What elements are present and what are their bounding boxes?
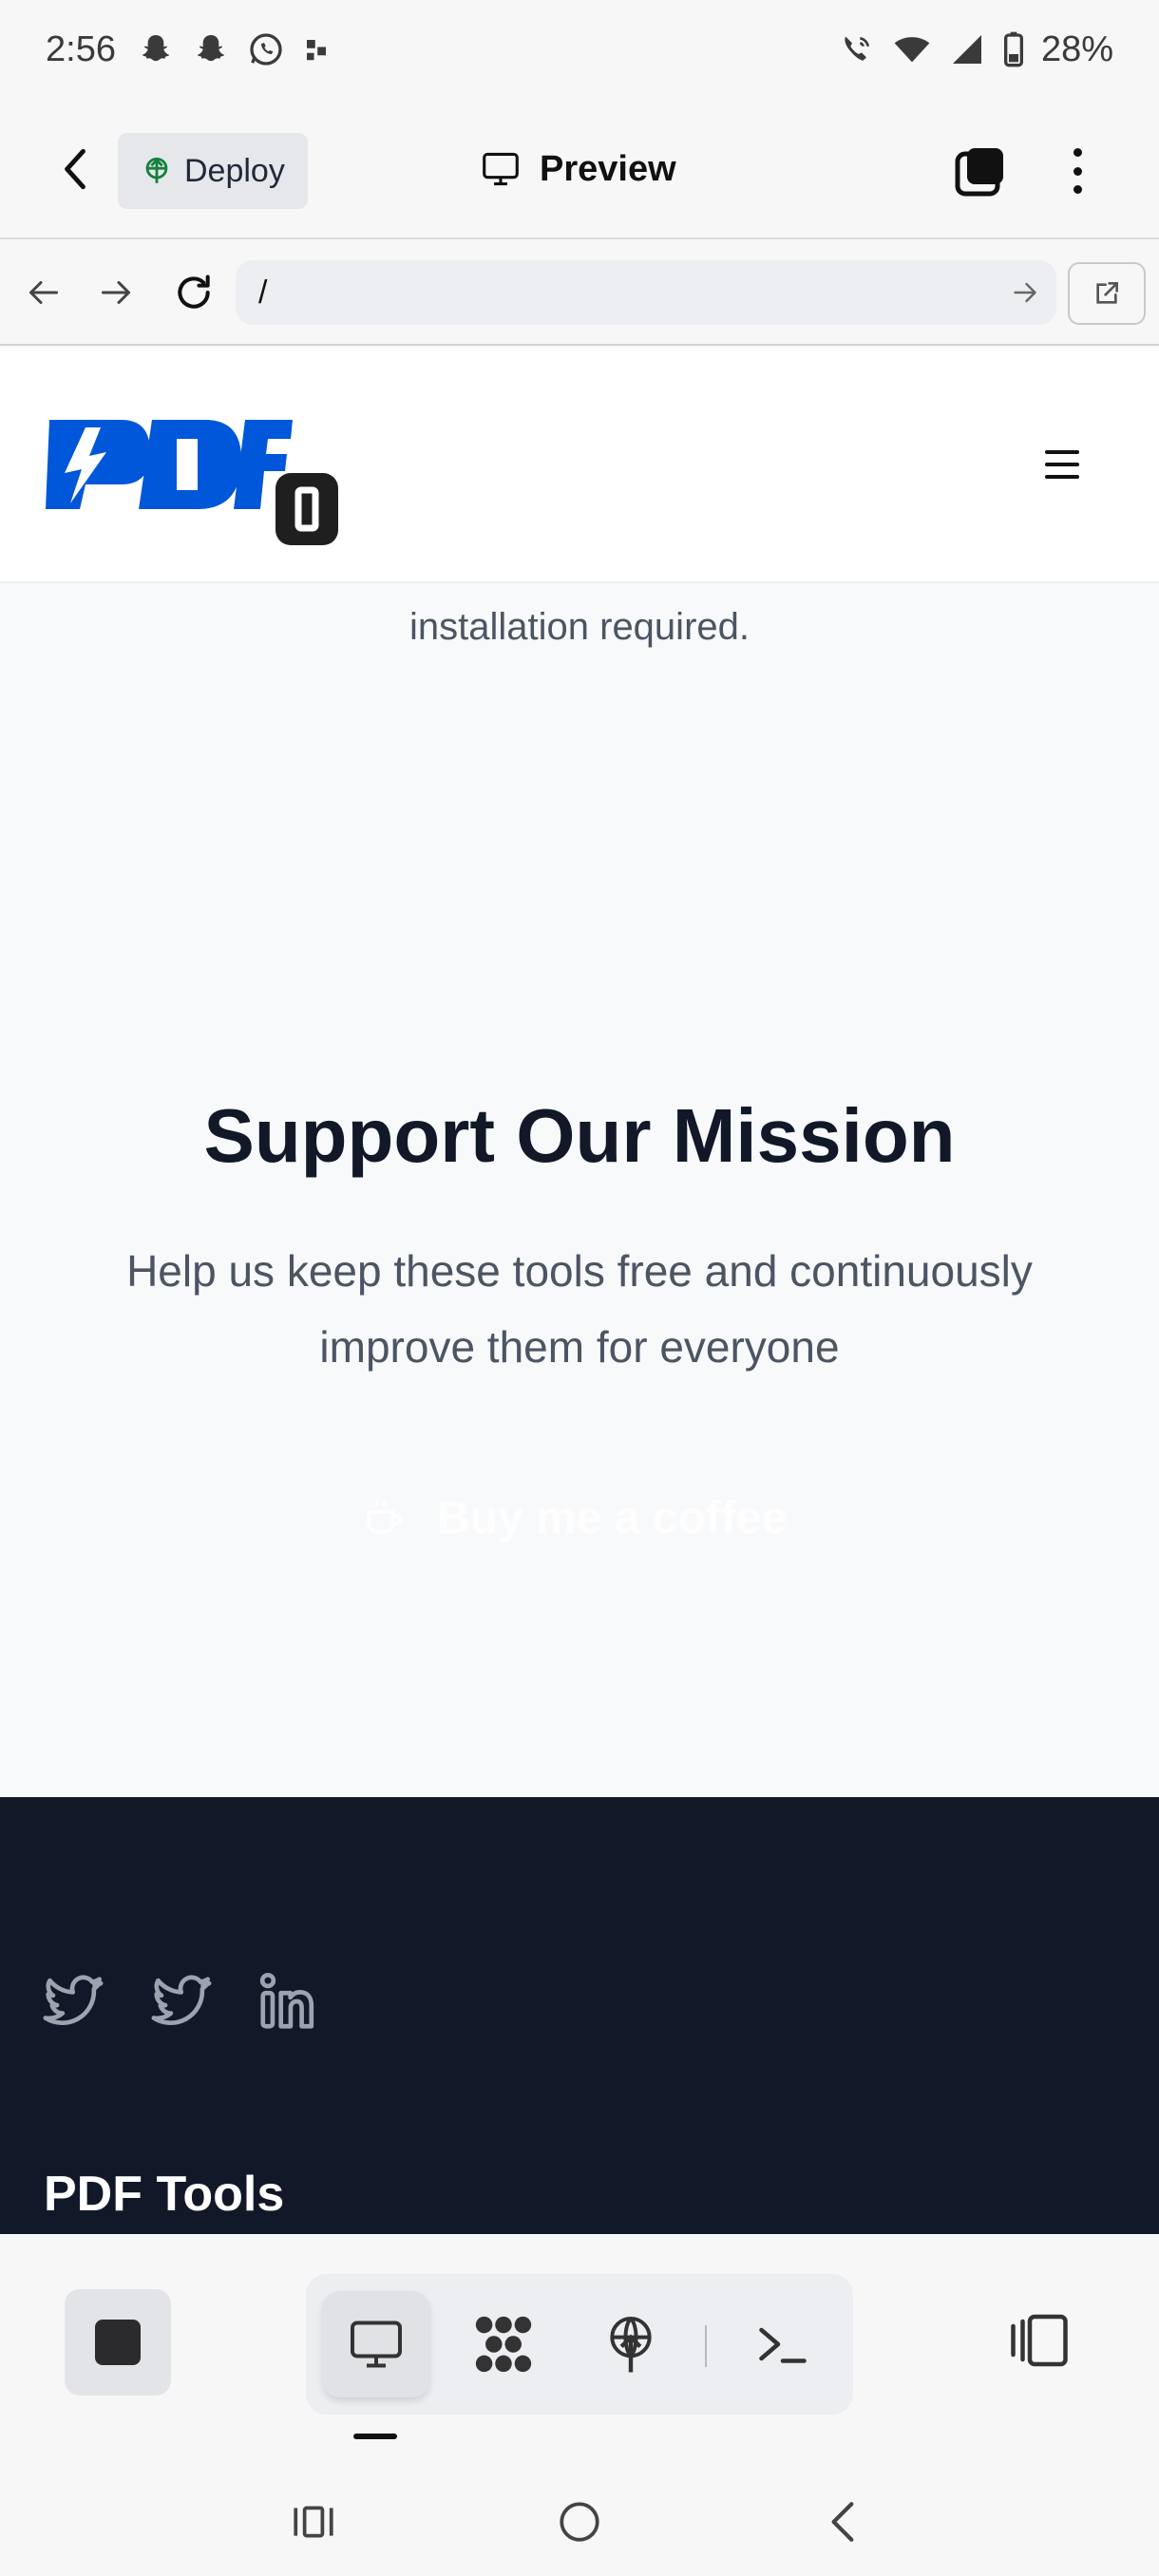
open-external-icon <box>1096 282 1118 304</box>
open-external-button[interactable] <box>1068 262 1146 325</box>
reload-button[interactable] <box>167 266 220 319</box>
workflow-icon <box>475 2316 532 2373</box>
coffee-icon <box>367 1500 403 1534</box>
buy-coffee-label: Buy me a coffee <box>437 1492 788 1544</box>
tabs-button[interactable] <box>954 144 1007 198</box>
monitor-icon <box>483 152 519 186</box>
terminal-icon <box>759 2327 807 2363</box>
buy-coffee-button[interactable]: Buy me a coffee <box>361 1480 787 1556</box>
install-text: installation required. <box>409 606 750 648</box>
system-back-icon <box>831 2502 854 2542</box>
deploy-icon <box>145 157 168 183</box>
site-logo[interactable] <box>44 410 348 553</box>
console-view-button[interactable] <box>730 2291 836 2397</box>
whatsapp-icon <box>250 33 282 66</box>
system-navigation-bar <box>0 2468 1159 2576</box>
active-view-indicator <box>353 2434 397 2439</box>
deploy-button[interactable]: Deploy <box>118 133 308 209</box>
battery-icon <box>1003 31 1023 67</box>
hamburger-icon <box>1045 450 1079 454</box>
snapchat-icon <box>197 35 225 62</box>
signal-icon <box>952 35 981 64</box>
home-button[interactable] <box>542 2489 618 2555</box>
more-options-button[interactable] <box>1054 142 1100 199</box>
pdf-logo-icon <box>46 420 338 545</box>
go-arrow-icon[interactable] <box>1011 274 1039 312</box>
system-back-button[interactable] <box>806 2489 882 2555</box>
battery-percent: 28% <box>1040 28 1113 69</box>
mission-title: Support Our Mission <box>203 1093 956 1178</box>
site-footer: PDF Tools <box>0 1797 1159 2234</box>
browser-toolbar: / <box>0 239 1159 346</box>
arrow-left-icon <box>29 281 58 304</box>
monitor-icon <box>351 2320 402 2368</box>
twitter-icon <box>151 1975 212 2025</box>
url-input[interactable]: / <box>236 260 1056 325</box>
linkedin-icon <box>259 1972 314 2029</box>
deploy-label: Deploy <box>184 152 285 189</box>
snapchat-icon <box>142 35 170 62</box>
recents-button[interactable] <box>276 2489 352 2555</box>
url-text: / <box>258 274 268 311</box>
mission-subtitle: Help us keep these tools free and contin… <box>126 1246 1033 1372</box>
hamburger-menu-button[interactable] <box>1045 450 1079 479</box>
preview-title: Preview <box>481 141 676 198</box>
app-header: Deploy Preview <box>0 99 1159 239</box>
bottom-toolbar <box>0 2234 1159 2468</box>
more-icon <box>1073 148 1082 157</box>
recents-icon <box>294 2506 333 2538</box>
back-button[interactable] <box>53 141 99 198</box>
status-bar: 2:56 28% <box>0 0 1159 99</box>
preview-view-button[interactable] <box>323 2291 429 2397</box>
reload-icon <box>178 275 210 309</box>
site-header <box>0 348 1159 583</box>
back-icon <box>65 148 86 190</box>
footer-title: PDF Tools <box>44 2167 285 2222</box>
main-content: installation required. Support Our Missi… <box>0 583 1159 1797</box>
deploy-view-button[interactable] <box>578 2291 684 2397</box>
app-dots-icon <box>306 40 326 61</box>
status-time: 2:56 <box>46 28 116 69</box>
wifi-icon <box>894 37 930 63</box>
nav-back-button[interactable] <box>17 266 70 319</box>
stop-icon <box>95 2320 141 2365</box>
deploy-icon <box>610 2316 652 2373</box>
twitter-icon <box>43 1975 104 2025</box>
divider <box>705 2325 707 2367</box>
linkedin-link[interactable] <box>255 1968 321 2035</box>
arrow-right-icon <box>102 281 130 304</box>
stop-button[interactable] <box>65 2289 171 2396</box>
preview-label: Preview <box>540 148 676 189</box>
tabs-icon <box>955 148 1003 197</box>
split-view-icon <box>1011 2314 1068 2367</box>
split-view-button[interactable] <box>1001 2293 1077 2388</box>
wifi-call-icon <box>845 36 869 61</box>
workflow-view-button[interactable] <box>450 2291 557 2397</box>
twitter-link[interactable] <box>148 1968 215 2035</box>
twitter-link[interactable] <box>40 1968 106 2035</box>
view-switcher <box>306 2274 853 2415</box>
nav-forward-button[interactable] <box>89 266 142 319</box>
home-icon <box>560 2502 599 2542</box>
